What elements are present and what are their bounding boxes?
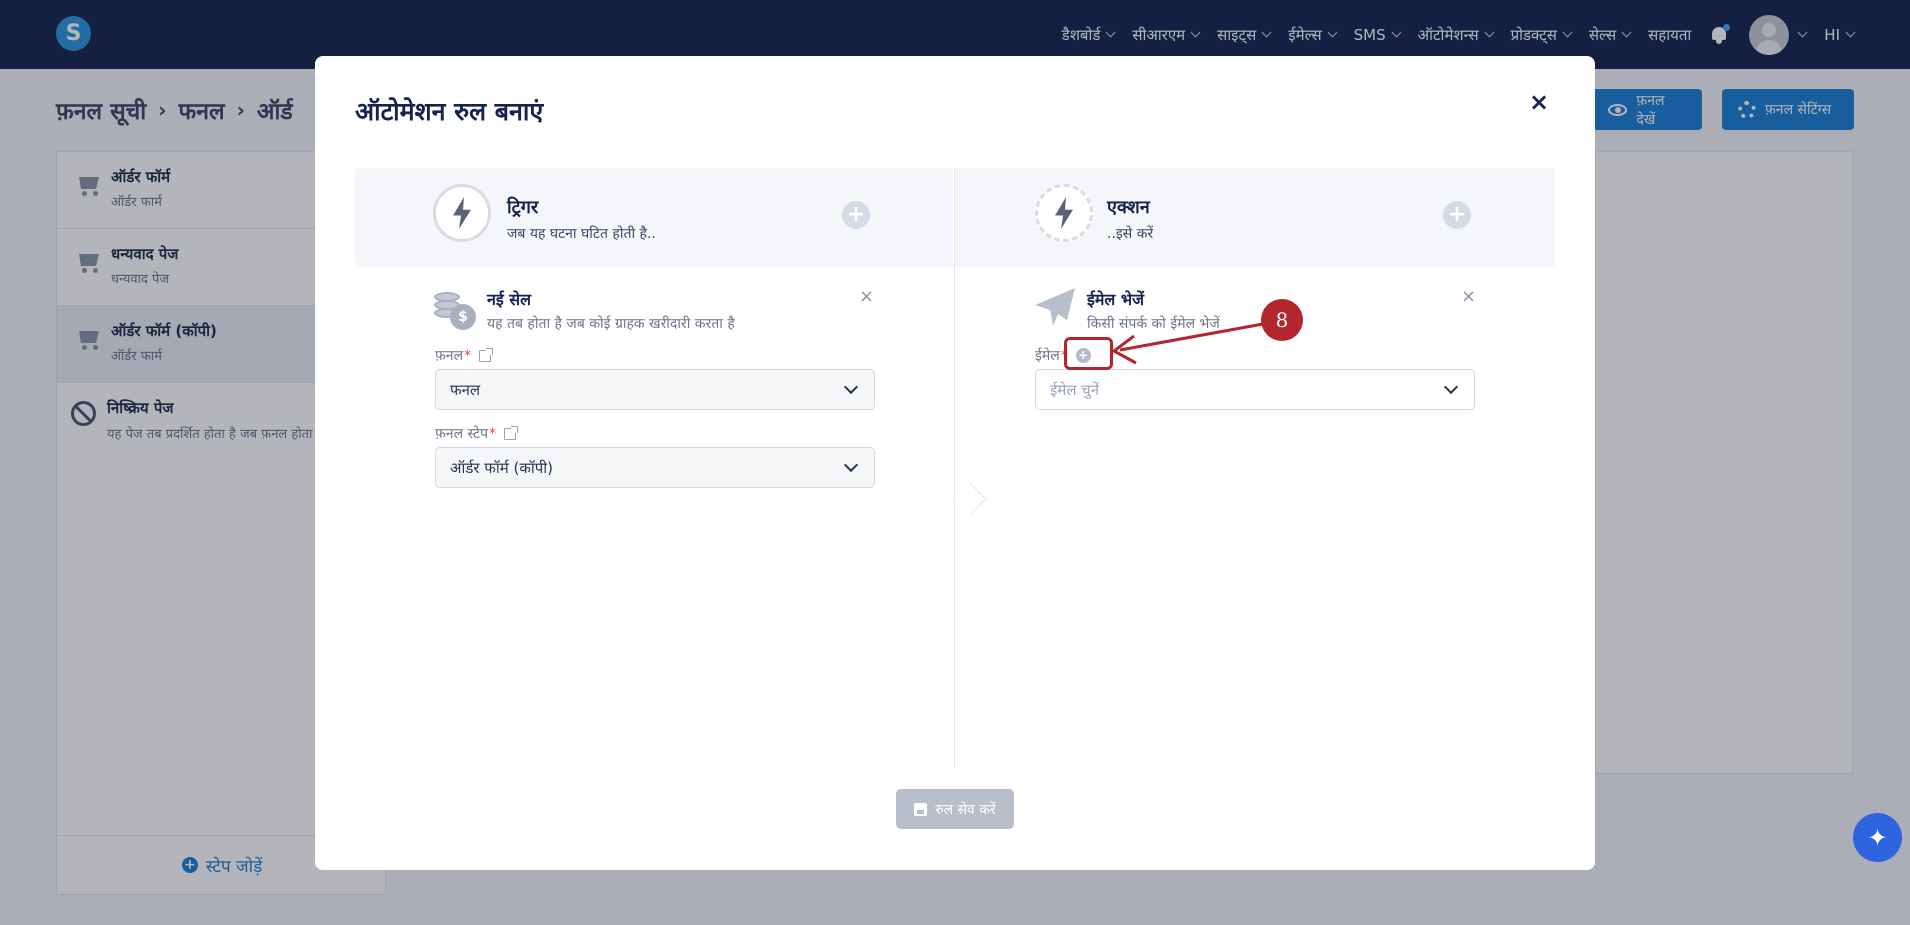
chevron-down-icon [843, 457, 859, 473]
external-link-icon[interactable] [479, 347, 494, 362]
trigger-subtitle: जब यह घटना घटित होती है.. [507, 226, 656, 242]
trigger-item-subtitle: यह तब होता है जब कोई ग्राहक खरीदारी करता… [487, 316, 735, 332]
column-divider [954, 168, 955, 768]
funnel-select-value: फनल [450, 380, 481, 399]
column-divider-notch [955, 499, 977, 537]
trigger-bolt-icon [433, 184, 491, 242]
funnel-select[interactable]: फनल [435, 369, 875, 410]
chevron-down-icon [1443, 379, 1459, 395]
coins-dollar-icon: $ [434, 288, 476, 330]
save-rule-label: रुल सेव करें [935, 801, 996, 818]
action-item-subtitle: किसी संपर्क को ईमेल भेजें [1087, 316, 1220, 332]
required-mark: * [488, 425, 496, 442]
chevron-down-icon [843, 379, 859, 395]
remove-action-icon[interactable]: × [1461, 286, 1476, 307]
funnel-step-select[interactable]: ऑर्डर फॉर्म (कॉपी) [435, 447, 875, 488]
email-select[interactable]: ईमेल चुनें [1035, 369, 1475, 410]
funnel-step-field-label: फ़नल स्टेप * [435, 424, 518, 443]
action-bolt-icon [1035, 184, 1093, 242]
label-text: फ़नल स्टेप [435, 426, 488, 442]
trigger-header: ट्रिगर जब यह घटना घटित होती है.. + [355, 168, 953, 267]
trigger-title: ट्रिगर [507, 197, 539, 218]
action-header: एक्शन ..इसे करें + [955, 168, 1555, 267]
modal-title: ऑटोमेशन रुल बनाएं [355, 97, 544, 126]
email-select-placeholder: ईमेल चुनें [1050, 380, 1100, 399]
sparkle-icon: ✦ [1867, 823, 1888, 852]
label-text: ईमेल [1035, 348, 1060, 364]
external-link-icon[interactable] [503, 425, 518, 440]
floppy-disk-icon [914, 802, 928, 816]
save-rule-button[interactable]: रुल सेव करें [896, 789, 1014, 829]
funnel-step-select-value: ऑर्डर फॉर्म (कॉपी) [450, 458, 553, 477]
remove-trigger-icon[interactable]: × [859, 286, 874, 307]
add-action-button[interactable]: + [1443, 201, 1471, 229]
funnel-field-label: फ़नल * [435, 346, 494, 365]
action-subtitle: ..इसे करें [1107, 226, 1154, 242]
paper-plane-icon [1035, 288, 1077, 330]
trigger-item-title: नई सेल [487, 290, 531, 309]
automation-rule-modal: ऑटोमेशन रुल बनाएं × ट्रिगर जब यह घटना घट… [315, 56, 1595, 870]
action-title: एक्शन [1107, 197, 1150, 218]
add-trigger-button[interactable]: + [842, 201, 870, 229]
required-mark: * [464, 347, 472, 364]
action-item-title: ईमेल भेजें [1087, 290, 1144, 309]
ai-assistant-button[interactable]: ✦ [1853, 813, 1902, 862]
annotation-highlight-box [1064, 337, 1113, 370]
close-icon[interactable]: × [1525, 88, 1553, 116]
label-text: फ़नल [435, 348, 464, 364]
annotation-step-badge: 8 [1261, 299, 1303, 341]
